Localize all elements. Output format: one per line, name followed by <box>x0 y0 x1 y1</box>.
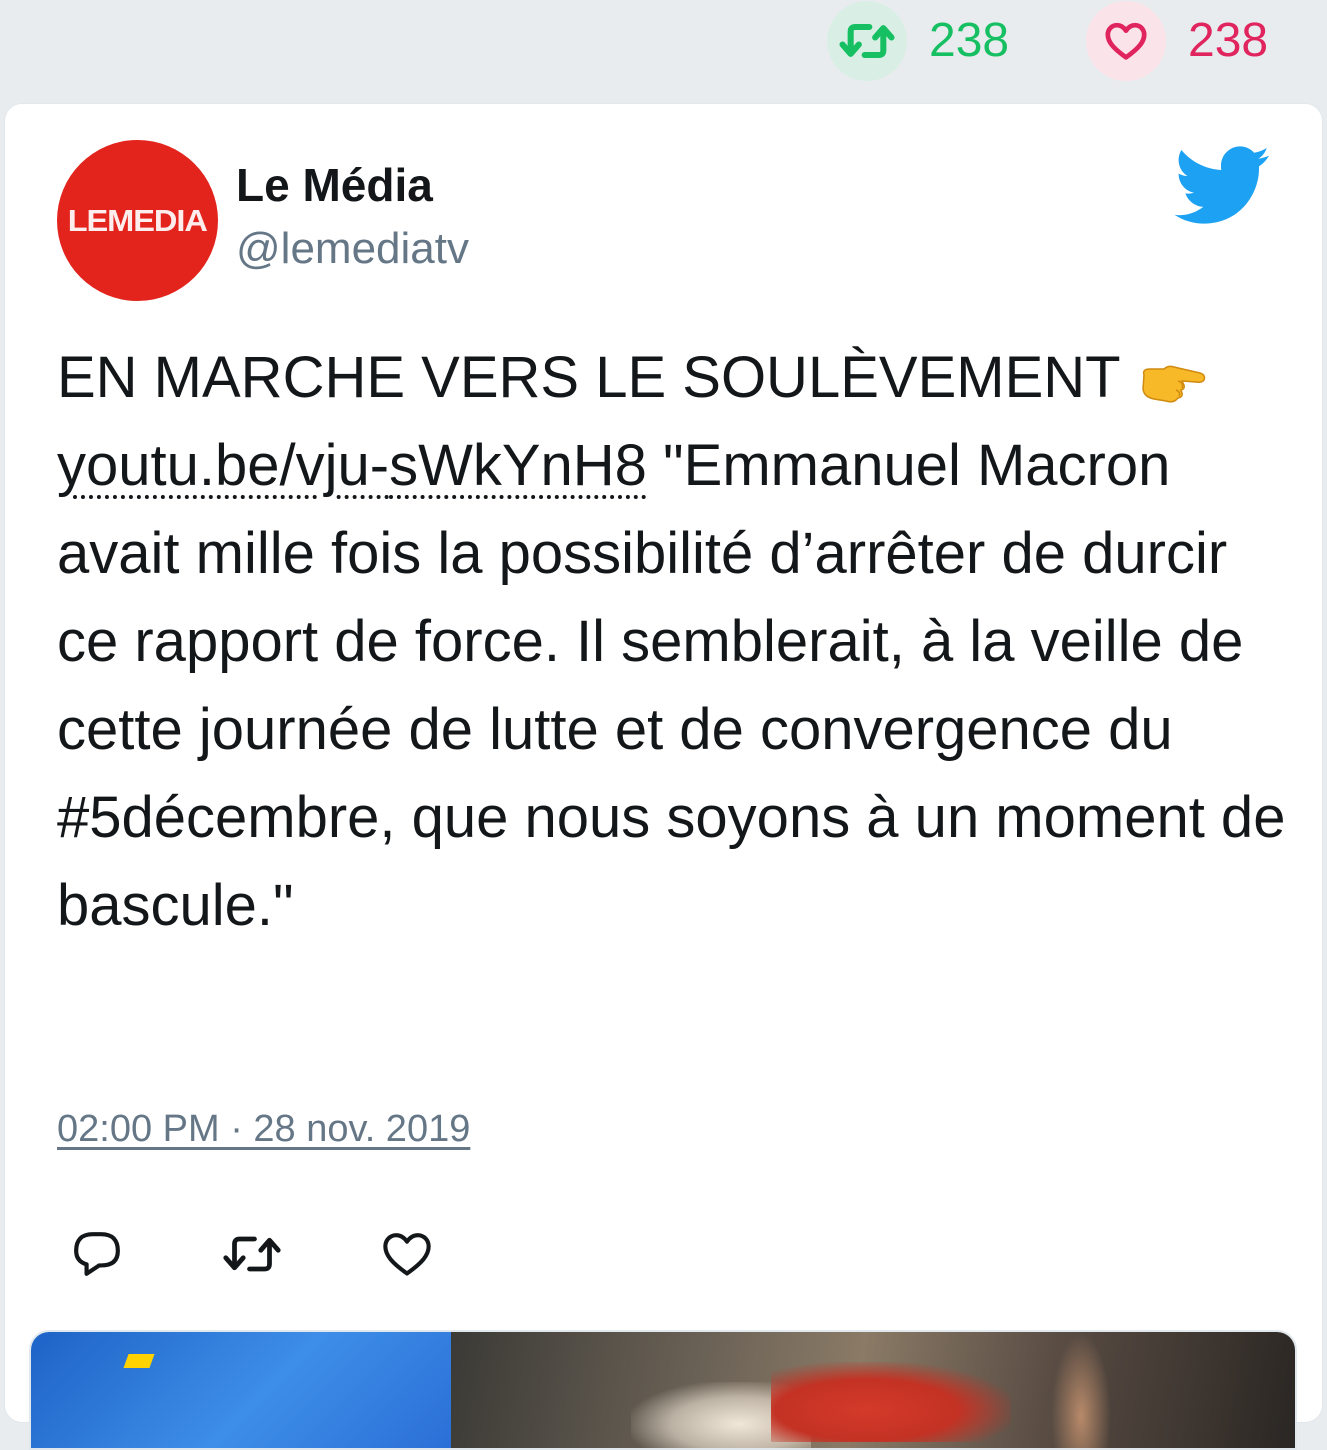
retweet-count: 238 <box>929 14 1010 67</box>
media-detail-flag <box>771 1362 1011 1442</box>
like-button[interactable] <box>367 1214 447 1294</box>
tweet-timestamp[interactable]: 02:00 PM · 28 nov. 2019 <box>57 1108 470 1151</box>
retweet-action-icon <box>223 1236 281 1272</box>
tweet-link-part-a[interactable]: youtu.be/vju- <box>57 433 389 498</box>
tweet-text-intro: EN MARCHE VERS LE SOULÈVEMENT <box>57 345 1120 410</box>
retweet-icon[interactable] <box>827 1 907 81</box>
media-preview[interactable] <box>29 1330 1297 1450</box>
avatar[interactable]: LEMEDIA <box>57 140 218 301</box>
reply-button[interactable] <box>57 1214 137 1294</box>
tweet-link-part-b[interactable]: sWkYnH8 <box>389 433 647 498</box>
tweet-card[interactable]: LEMEDIA Le Média @lemediatv EN MARCHE VE… <box>4 103 1323 1450</box>
retweet-stat[interactable]: 238 <box>827 0 1009 82</box>
like-count: 238 <box>1188 14 1269 67</box>
tweet-text-quote: "Emmanuel Macron avait mille fois la pos… <box>57 433 1286 938</box>
stats-bar: 238 238 <box>0 0 1327 100</box>
media-accent-mark <box>123 1354 155 1368</box>
like-stat[interactable]: 238 <box>1086 0 1268 82</box>
media-thumbnail-left <box>31 1332 451 1448</box>
tweet-text: EN MARCHE VERS LE SOULÈVEMENT youtu.be/v… <box>57 334 1287 950</box>
media-thumbnail-painting <box>451 1332 1295 1448</box>
avatar-logo: LEMEDIA <box>67 202 208 238</box>
pointing-right-icon <box>1141 365 1205 403</box>
heart-action-icon <box>383 1233 431 1276</box>
heart-icon[interactable] <box>1086 1 1166 81</box>
twitter-bird-icon[interactable] <box>1174 144 1271 228</box>
author-name[interactable]: Le Média <box>236 160 433 211</box>
media-detail-arm <box>1051 1332 1111 1448</box>
retweet-button[interactable] <box>212 1214 292 1294</box>
tweet-link[interactable]: youtu.be/vju-sWkYnH8 <box>57 433 647 498</box>
author-handle[interactable]: @lemediatv <box>236 224 469 273</box>
reply-icon <box>74 1232 120 1276</box>
